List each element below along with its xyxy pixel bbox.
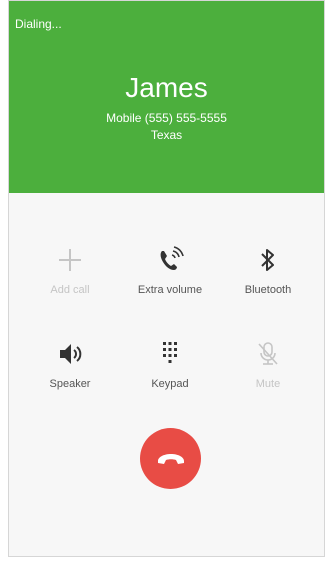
bluetooth-icon [261, 249, 274, 271]
contact-name: James [125, 72, 208, 103]
keypad-button[interactable]: Keypad [120, 339, 220, 390]
call-header: Dialing... James Mobile (555) 555-5555 T… [9, 1, 324, 193]
extra-volume-label: Extra volume [137, 284, 203, 296]
plus-icon [59, 249, 81, 271]
add-call-label: Add call [50, 284, 90, 296]
extra-volume-button[interactable]: Extra volume [120, 245, 220, 296]
contact-location: Texas [150, 128, 183, 142]
speaker-button[interactable]: Speaker [20, 339, 120, 390]
mute-button[interactable]: Mute [218, 339, 318, 390]
call-screen: Dialing... James Mobile (555) 555-5555 T… [8, 0, 325, 557]
bluetooth-button[interactable]: Bluetooth [218, 245, 318, 296]
contact-number: Mobile (555) 555-5555 [106, 111, 227, 125]
keypad-icon [163, 342, 177, 363]
keypad-label: Keypad [151, 378, 189, 390]
call-status: Dialing... [15, 17, 62, 31]
end-call-button[interactable] [140, 428, 201, 489]
end-call-icon [157, 453, 184, 464]
speaker-label: Speaker [49, 378, 91, 390]
speaker-icon [60, 344, 82, 364]
mute-label: Mute [255, 378, 281, 390]
bluetooth-label: Bluetooth [244, 284, 292, 296]
add-call-button[interactable]: Add call [20, 245, 120, 296]
phone-volume-icon [160, 246, 184, 270]
mute-mic-icon [258, 342, 278, 365]
